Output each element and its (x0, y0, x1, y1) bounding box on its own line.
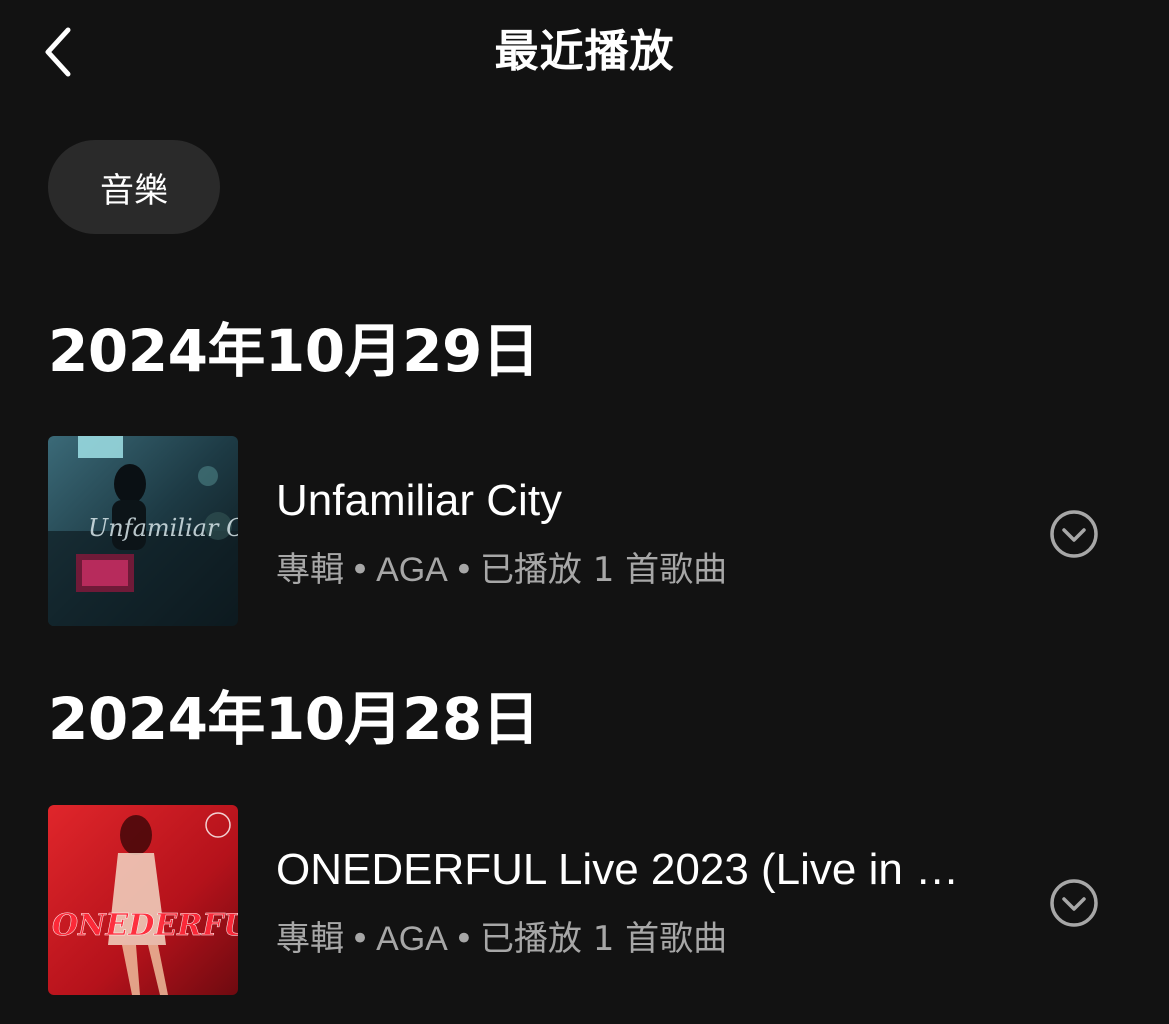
item-played-count: 已播放 1 首歌曲 (479, 919, 728, 959)
list-item[interactable]: ONEDERFUL ONEDERFUL Live 2023 (Live in H… (0, 805, 1169, 997)
page-title: 最近播放 (494, 26, 675, 77)
separator-dot: • (350, 550, 371, 590)
chevron-down-circle-icon (1050, 879, 1098, 927)
more-options-button[interactable] (1048, 877, 1100, 929)
chevron-down-circle-icon (1050, 510, 1098, 558)
separator-dot: • (453, 919, 474, 959)
item-subtitle: 專輯 • AGA • 已播放 1 首歌曲 (276, 548, 727, 592)
top-bar: 最近播放 (0, 0, 1169, 105)
svg-text:ONEDERFUL: ONEDERFUL (52, 908, 238, 943)
filter-chip-label: 音樂 (100, 170, 168, 211)
separator-dot: • (350, 919, 371, 959)
more-options-button[interactable] (1048, 508, 1100, 560)
item-artist: AGA (376, 551, 448, 589)
item-artist: AGA (376, 920, 448, 958)
svg-text:Unfamiliar City: Unfamiliar City (88, 514, 238, 542)
item-type: 專輯 (276, 550, 344, 590)
list-item[interactable]: Unfamiliar City Unfamiliar City 專輯•AGA•已… (0, 436, 1169, 628)
date-heading: 2024年10月28日 (48, 685, 540, 753)
album-cover: Unfamiliar City (48, 436, 238, 626)
filter-chip-music[interactable]: 音樂 (48, 140, 220, 234)
album-cover: ONEDERFUL (48, 805, 238, 995)
item-subtitle: 專輯 • AGA • 已播放 1 首歌曲 (276, 917, 727, 961)
date-heading: 2024年10月29日 (48, 317, 540, 385)
item-title: Unfamiliar City (276, 476, 563, 525)
item-type: 專輯 (276, 919, 344, 959)
item-played-count: 已播放 1 首歌曲 (479, 550, 728, 590)
separator-dot: • (453, 550, 474, 590)
item-title: ONEDERFUL Live 2023 (Live in Hong Kong) (276, 845, 966, 894)
